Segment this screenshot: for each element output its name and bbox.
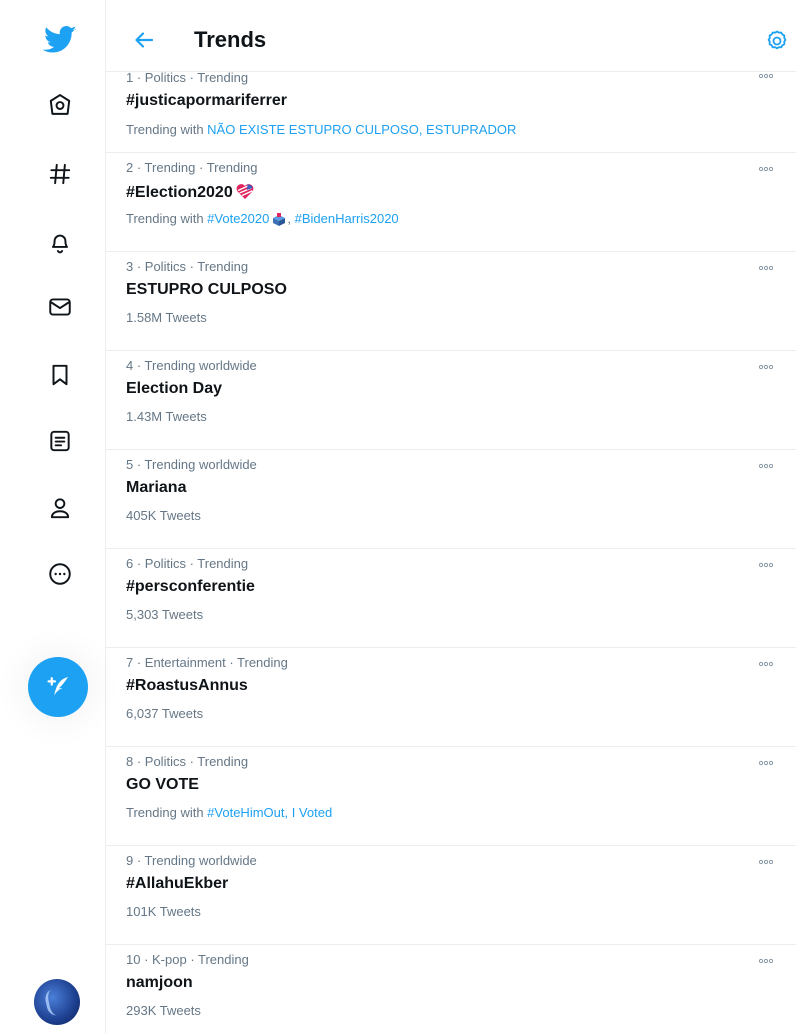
trend-meta: 6 · Politics · Trending — [126, 556, 249, 571]
app-window: Trends 1 · Politics · Trending #justicap… — [0, 0, 796, 1033]
trend-name: #justicapormariferrer — [126, 92, 287, 109]
account-avatar[interactable] — [34, 979, 80, 1025]
settings-button[interactable] — [762, 26, 792, 56]
more-options-button[interactable] — [754, 260, 778, 276]
ellipsis-icon — [758, 265, 774, 271]
sidebar-nav — [0, 0, 106, 1033]
trend-name-text: #Election2020 — [126, 184, 233, 201]
more-circle-icon[interactable] — [35, 549, 85, 599]
trend-context-separator: , — [287, 211, 295, 226]
trend-meta: 2 · Trending · Trending — [126, 160, 258, 175]
trend-name: #Election2020 — [126, 182, 255, 205]
ellipsis-icon — [758, 958, 774, 964]
ballot-heart-emoji-icon — [235, 182, 255, 205]
ellipsis-icon — [758, 562, 774, 568]
trend-item[interactable]: 5 · Trending worldwide Mariana 405K Twee… — [106, 450, 796, 549]
trend-related-link[interactable]: #Vote2020 — [207, 211, 269, 226]
page-title: Trends — [194, 27, 267, 52]
more-options-button[interactable] — [754, 854, 778, 870]
back-button[interactable] — [128, 24, 160, 56]
tweet-count: 1.58M Tweets — [126, 310, 207, 325]
ellipsis-icon — [758, 166, 774, 172]
more-options-button[interactable] — [754, 161, 778, 177]
compose-tweet-icon — [47, 677, 68, 696]
trend-item[interactable]: 8 · Politics · Trending GO VOTE Trending… — [106, 747, 796, 846]
tweet-count: 1.43M Tweets — [126, 409, 207, 424]
trend-context: Trending with NÃO EXISTE ESTUPRO CULPOSO… — [126, 122, 516, 137]
trend-item[interactable]: 6 · Politics · Trending #persconferentie… — [106, 549, 796, 648]
more-options-button[interactable] — [754, 458, 778, 474]
trend-meta: 9 · Trending worldwide — [126, 853, 257, 868]
gear-icon — [767, 30, 787, 50]
trend-name: #AllahuEkber — [126, 875, 229, 892]
trend-name: #RoastusAnnus — [126, 677, 248, 694]
more-options-button[interactable] — [754, 953, 778, 969]
trends-list: 1 · Politics · Trending #justicapormarif… — [106, 66, 796, 1033]
ellipsis-icon — [758, 73, 774, 79]
trend-meta: 4 · Trending worldwide — [126, 358, 257, 373]
trend-related-link[interactable]: NÃO EXISTE ESTUPRO CULPOSO, ESTUPRADOR — [207, 122, 516, 137]
tweet-count: 405K Tweets — [126, 508, 201, 523]
trends-page: Trends 1 · Politics · Trending #justicap… — [106, 0, 796, 1033]
trend-item[interactable]: 1 · Politics · Trending #justicapormarif… — [106, 66, 796, 153]
trend-context: Trending with #Vote2020, #BidenHarris202… — [126, 211, 399, 229]
twitter-bird-icon[interactable] — [35, 14, 85, 64]
trend-name: GO VOTE — [126, 776, 199, 793]
trend-item[interactable]: 9 · Trending worldwide #AllahuEkber 101K… — [106, 846, 796, 945]
trend-item[interactable]: 3 · Politics · Trending ESTUPRO CULPOSO … — [106, 252, 796, 351]
ballot-box-emoji-icon — [272, 212, 286, 229]
more-options-button[interactable] — [754, 359, 778, 375]
trend-item[interactable]: 10 · K-pop · Trending namjoon 293K Tweet… — [106, 945, 796, 1033]
more-options-button[interactable] — [754, 755, 778, 771]
more-options-button[interactable] — [754, 557, 778, 573]
ellipsis-icon — [758, 364, 774, 370]
trend-meta: 7 · Entertainment · Trending — [126, 655, 288, 670]
trend-name: Mariana — [126, 479, 187, 496]
ellipsis-icon — [758, 760, 774, 766]
page-header: Trends — [106, 0, 796, 72]
trend-item[interactable]: 2 · Trending · Trending #Election2020 Tr… — [106, 153, 796, 252]
tweet-count: 101K Tweets — [126, 904, 201, 919]
trend-name: ESTUPRO CULPOSO — [126, 281, 287, 298]
tweet-count: 5,303 Tweets — [126, 607, 204, 622]
tweet-count: 6,037 Tweets — [126, 706, 204, 721]
trend-context: Trending with #VoteHimOut, I Voted — [126, 805, 332, 820]
lists-icon[interactable] — [35, 416, 85, 466]
trend-context-prefix: Trending with — [126, 805, 208, 820]
tweet-count: 293K Tweets — [126, 1003, 201, 1018]
more-options-button[interactable] — [754, 656, 778, 672]
home-icon[interactable] — [35, 80, 85, 130]
trend-meta: 3 · Politics · Trending — [126, 259, 249, 274]
trend-item[interactable]: 4 · Trending worldwide Election Day 1.43… — [106, 351, 796, 450]
bookmarks-icon[interactable] — [35, 350, 85, 400]
profile-icon[interactable] — [35, 483, 85, 533]
trend-meta: 5 · Trending worldwide — [126, 457, 257, 472]
explore-hashtag-icon[interactable] — [35, 149, 85, 199]
trend-meta: 10 · K-pop · Trending — [126, 952, 249, 967]
trend-item[interactable]: 7 · Entertainment · Trending #RoastusAnn… — [106, 648, 796, 747]
trend-name: Election Day — [126, 380, 223, 397]
compose-tweet-button[interactable] — [28, 657, 88, 717]
trend-meta: 1 · Politics · Trending — [126, 70, 249, 85]
trend-related-link[interactable]: #VoteHimOut, I Voted — [207, 805, 332, 820]
trend-related-link[interactable]: #BidenHarris2020 — [295, 211, 399, 226]
trend-context-prefix: Trending with — [126, 122, 208, 137]
ellipsis-icon — [758, 661, 774, 667]
trend-name: #persconferentie — [126, 578, 255, 595]
notifications-bell-icon[interactable] — [35, 216, 85, 266]
messages-envelope-icon[interactable] — [35, 282, 85, 332]
trend-context-prefix: Trending with — [126, 211, 208, 226]
back-arrow-icon — [135, 32, 154, 48]
trend-name: namjoon — [126, 974, 193, 991]
trend-meta: 8 · Politics · Trending — [126, 754, 249, 769]
ellipsis-icon — [758, 463, 774, 469]
ellipsis-icon — [758, 859, 774, 865]
